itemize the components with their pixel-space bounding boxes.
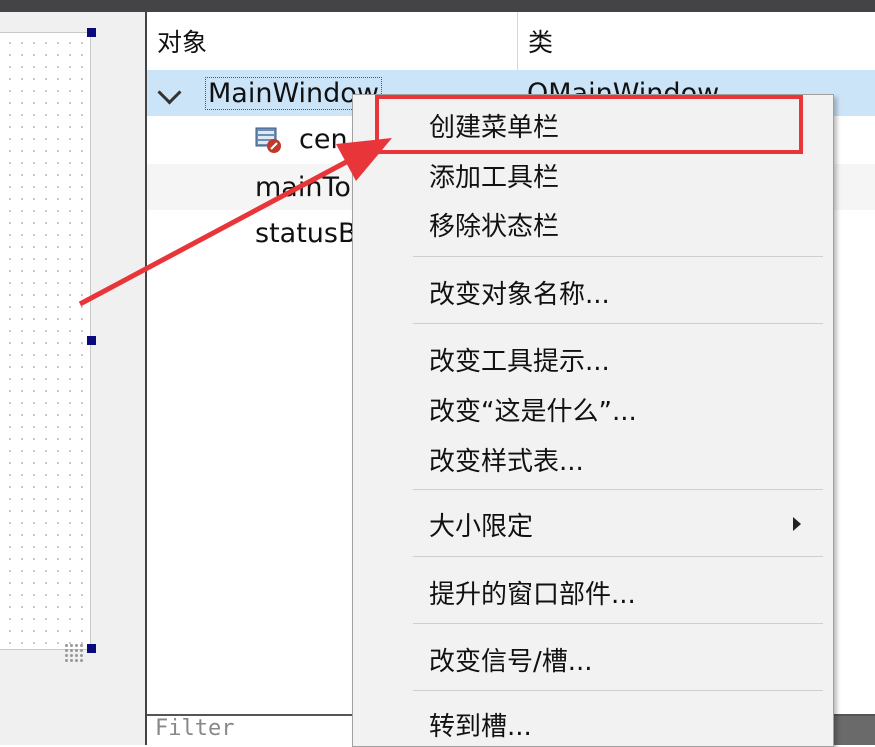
annotation-arrow xyxy=(78,138,392,307)
